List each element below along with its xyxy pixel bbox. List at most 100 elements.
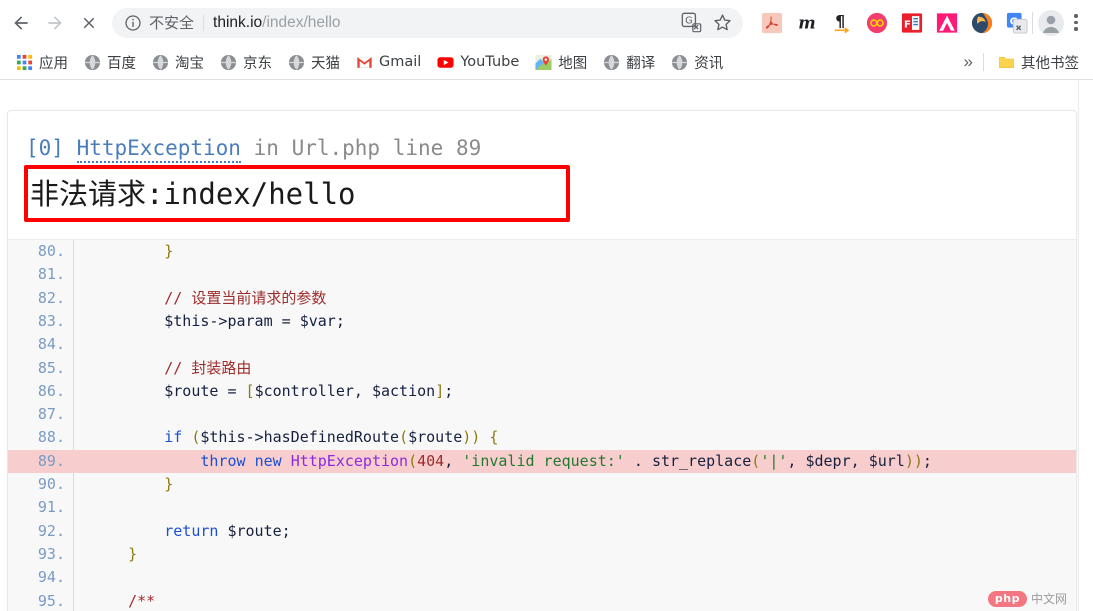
code-token: , bbox=[444, 451, 463, 470]
code-gutter-divider bbox=[73, 496, 74, 520]
exception-class-link[interactable]: HttpException bbox=[76, 136, 241, 163]
stop-button[interactable] bbox=[72, 6, 106, 40]
code-gutter-divider bbox=[73, 403, 74, 427]
code-token: $action bbox=[371, 381, 436, 400]
browser-menu-button[interactable] bbox=[1065, 9, 1087, 37]
security-label: 不安全 bbox=[149, 14, 195, 32]
code-line-number: 87. bbox=[37, 405, 65, 424]
code-line-source: throw new HttpException(404, 'invalid re… bbox=[74, 450, 1076, 473]
star-icon[interactable] bbox=[712, 12, 733, 33]
code-token: , bbox=[850, 451, 869, 470]
bookmark-apps[interactable]: 应用 bbox=[8, 49, 76, 76]
source-code-block: 80. } 81. 82. // 设置当前请求的参数 83. $this->param… bbox=[8, 239, 1076, 611]
google-translate-extension-icon[interactable]: G bbox=[1006, 12, 1028, 34]
forward-button[interactable] bbox=[38, 6, 72, 40]
bookmark-gmail[interactable]: Gmail bbox=[348, 51, 429, 74]
code-token: ; bbox=[444, 381, 454, 400]
bookmarks-divider bbox=[983, 53, 984, 71]
infinity-extension-icon[interactable] bbox=[866, 12, 888, 34]
vertical-scrollbar[interactable] bbox=[1078, 80, 1093, 611]
exception-file: Url.php bbox=[291, 136, 381, 160]
exception-line-word: line bbox=[392, 136, 444, 160]
code-token: throw bbox=[200, 451, 246, 470]
bookmark-label: 翻译 bbox=[626, 55, 656, 72]
code-token: ( bbox=[408, 451, 418, 470]
exception-message: 非法请求:index/hello bbox=[30, 177, 356, 212]
code-line: 91. bbox=[8, 496, 1076, 520]
bookmark-label: 京东 bbox=[243, 55, 272, 72]
code-line-source: // 设置当前请求的参数 bbox=[74, 287, 1076, 310]
foxit-extension-icon[interactable]: F bbox=[901, 12, 923, 34]
adobe-acrobat-extension-icon[interactable] bbox=[761, 12, 783, 34]
code-token: $this bbox=[200, 428, 246, 447]
code-token: str_replace bbox=[651, 451, 752, 470]
code-line-number: 95. bbox=[37, 591, 65, 610]
other-bookmarks-button[interactable]: 其他书签 bbox=[990, 49, 1087, 76]
site-watermark: php 中文网 bbox=[987, 590, 1067, 607]
bookmark-label: 百度 bbox=[107, 55, 136, 72]
markdown-extension-icon[interactable]: m bbox=[796, 12, 818, 34]
code-token: if bbox=[164, 428, 183, 447]
code-token: { bbox=[489, 428, 499, 447]
adobe-triangle-extension-icon[interactable] bbox=[936, 12, 958, 34]
bookmark-translate[interactable]: 翻译 bbox=[595, 49, 663, 76]
watermark-text: 中文网 bbox=[1030, 592, 1067, 606]
page-viewport: [0] HttpException in Url.php line 89 非法请… bbox=[0, 80, 1093, 611]
svg-text:F: F bbox=[904, 19, 911, 30]
bookmark-label: 资讯 bbox=[694, 55, 724, 72]
bookmark-maps[interactable]: 地图 bbox=[527, 49, 595, 76]
code-line: 83. $this->param = $var; bbox=[8, 309, 1076, 334]
omnibox-actions: G bbox=[681, 12, 735, 33]
code-token: } bbox=[164, 242, 174, 261]
svg-text:¶: ¶ bbox=[835, 12, 845, 30]
exception-header: [0] HttpException in Url.php line 89 bbox=[8, 111, 1076, 163]
code-token: = bbox=[218, 381, 246, 400]
menu-dot bbox=[1074, 20, 1078, 25]
code-line-source: $route = [$controller, $action]; bbox=[74, 380, 1076, 403]
bookmark-news[interactable]: 资讯 bbox=[663, 49, 731, 76]
bookmark-tmall[interactable]: 天猫 bbox=[280, 49, 348, 76]
code-token: return bbox=[164, 521, 219, 540]
maps-pin-icon bbox=[535, 54, 552, 70]
profile-avatar[interactable] bbox=[1037, 9, 1065, 37]
code-token: '|' bbox=[760, 451, 788, 470]
forward-arrow-icon bbox=[48, 15, 62, 30]
svg-text:G: G bbox=[685, 15, 692, 26]
firefox-circle-extension-icon[interactable] bbox=[971, 12, 993, 34]
code-line-number: 92. bbox=[37, 521, 65, 540]
code-line-number: 82. bbox=[37, 288, 65, 307]
bookmark-taobao[interactable]: 淘宝 bbox=[144, 49, 212, 76]
bookmark-jd[interactable]: 京东 bbox=[212, 49, 280, 76]
code-token: ( bbox=[399, 428, 409, 447]
code-token: $url bbox=[868, 451, 905, 470]
url-host: think.io bbox=[213, 13, 263, 31]
bookmark-label: 淘宝 bbox=[175, 55, 204, 72]
back-button[interactable] bbox=[4, 6, 38, 40]
bookmark-label: 天猫 bbox=[311, 55, 340, 72]
bookmarks-overflow-button[interactable]: » bbox=[954, 50, 983, 74]
info-circle-icon[interactable] bbox=[124, 14, 142, 32]
code-line: 93. } bbox=[8, 542, 1076, 567]
extensions-strip: m ¶ F bbox=[747, 12, 1028, 34]
address-bar[interactable]: 不安全 think.io/index/hello G bbox=[112, 7, 743, 38]
youtube-icon bbox=[437, 56, 454, 68]
bookmark-youtube[interactable]: YouTube bbox=[429, 51, 527, 74]
code-token: ; bbox=[335, 311, 345, 330]
code-token: $route bbox=[408, 428, 463, 447]
code-token: 'invalid request:' bbox=[462, 451, 625, 470]
code-line-source: // 封装路由 bbox=[74, 357, 1076, 380]
translate-icon[interactable]: G bbox=[681, 12, 702, 33]
code-line: 81. bbox=[8, 263, 1076, 287]
omnibox-divider bbox=[203, 14, 205, 31]
bookmark-baidu[interactable]: 百度 bbox=[76, 49, 144, 76]
watermark-badge: php bbox=[987, 590, 1027, 607]
pilcrow-extension-icon[interactable]: ¶ bbox=[831, 12, 853, 34]
